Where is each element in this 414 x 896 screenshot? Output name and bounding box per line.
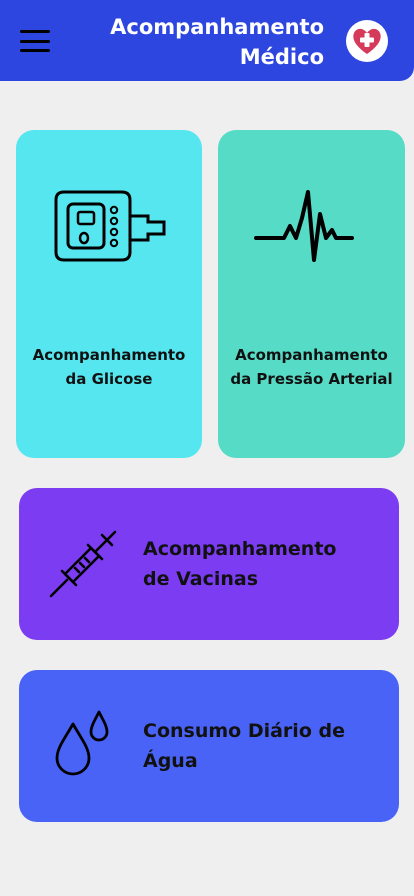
vaccine-card-label: Acompanhamento de Vacinas: [143, 534, 336, 594]
water-drops-icon: [55, 710, 109, 776]
glucometer-icon: [54, 190, 166, 262]
water-card-label-line-1: Consumo Diário de: [143, 720, 345, 742]
vaccine-tracking-card[interactable]: Acompanhamento de Vacinas: [19, 488, 399, 640]
glucose-card-label-line-1: Acompanhamento: [32, 346, 186, 364]
page-title-line-2: Médico: [239, 45, 324, 69]
water-card-label-line-2: Água: [143, 750, 198, 772]
page-title-line-1: Acompanhamento: [110, 15, 324, 39]
syringe-icon: [49, 530, 117, 598]
vaccine-card-label-line-1: Acompanhamento: [143, 538, 337, 560]
vaccine-card-label-line-2: de Vacinas: [143, 568, 259, 590]
pressure-card-label: Acompanhamento da Pressão Arterial: [218, 343, 405, 391]
pressure-card-label-line-2: da Pressão Arterial: [230, 370, 393, 388]
water-intake-card[interactable]: Consumo Diário de Água: [19, 670, 399, 822]
blood-pressure-tracking-card[interactable]: Acompanhamento da Pressão Arterial: [218, 130, 405, 458]
glucose-card-label: Acompanhamento da Glicose: [16, 343, 202, 391]
heartbeat-pulse-icon: [254, 190, 354, 262]
glucose-card-label-line-2: da Glicose: [65, 370, 153, 388]
app-header: Acompanhamento Médico: [0, 0, 414, 81]
heart-medical-cross-icon: [346, 20, 388, 62]
hamburger-menu-icon[interactable]: [20, 30, 50, 52]
water-card-label: Consumo Diário de Água: [143, 716, 345, 776]
page-title: Acompanhamento Médico: [84, 12, 324, 72]
glucose-tracking-card[interactable]: Acompanhamento da Glicose: [16, 130, 202, 458]
pressure-card-label-line-1: Acompanhamento: [235, 346, 388, 364]
